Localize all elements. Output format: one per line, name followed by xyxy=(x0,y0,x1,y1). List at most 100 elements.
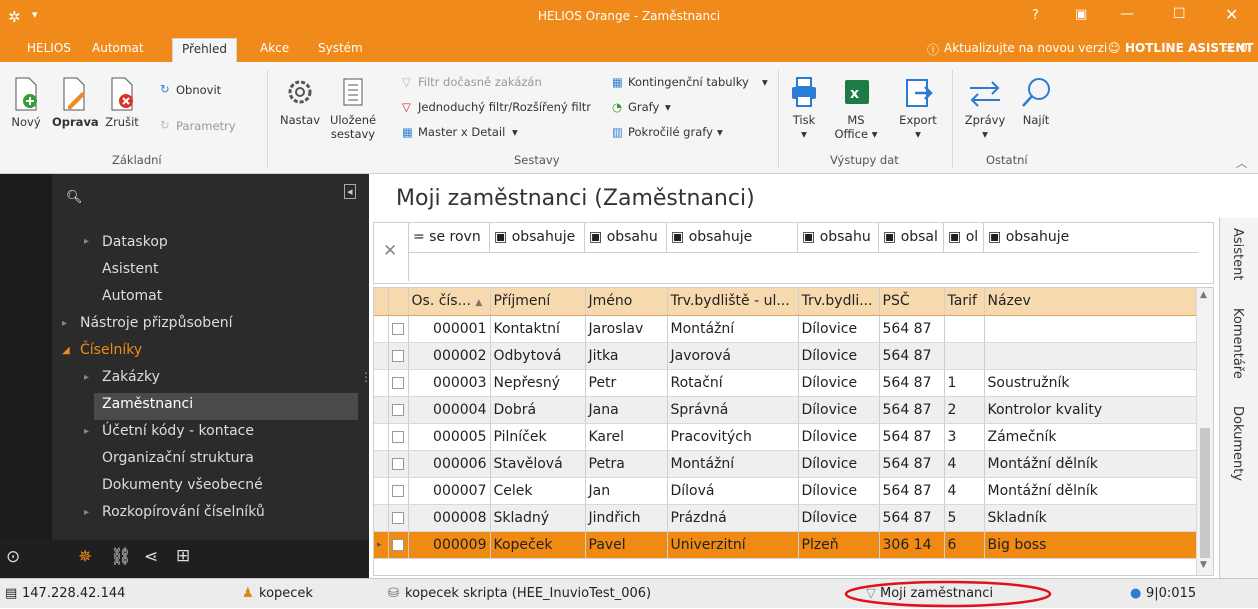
new-button[interactable]: Nový xyxy=(8,76,44,129)
expand-arrow-icon[interactable]: ▸ xyxy=(84,236,89,247)
saved-reports-button[interactable]: Uložené sestavy xyxy=(328,76,378,141)
cancel-button[interactable]: Zrušit xyxy=(100,76,144,129)
tab-komentare[interactable]: Komentáře xyxy=(1230,308,1245,379)
advanced-charts-button[interactable]: Pokročilé grafy xyxy=(628,125,713,139)
pivot-tables-button[interactable]: Kontingenční tabulky xyxy=(628,75,749,89)
grid-icon[interactable]: ⊞ xyxy=(176,546,190,566)
chevron-down-icon[interactable]: ▾ xyxy=(717,125,723,139)
chat-icon[interactable]: ▭ xyxy=(1222,41,1233,55)
table-row[interactable]: 000008 Skladný Jindřich Prázdná Dílovice 564 … xyxy=(374,504,1199,532)
row-checkbox-cell[interactable] xyxy=(388,369,409,397)
expand-arrow-icon[interactable]: ▸ xyxy=(84,426,89,437)
filter-disabled-button[interactable]: Filtr dočasně zakázán xyxy=(418,75,542,89)
edit-button[interactable]: Oprava xyxy=(52,76,99,129)
table-row[interactable]: 000002 Odbytová Jitka Javorová Dílovice 564 8… xyxy=(374,342,1199,370)
row-checkbox-cell[interactable] xyxy=(388,342,409,370)
row-checkbox[interactable] xyxy=(391,511,404,524)
sidebar-item-rozkopirovani[interactable]: Rozkopírování číselníků xyxy=(102,504,265,520)
column-header-psc[interactable]: PSČ xyxy=(879,288,945,316)
vertical-scrollbar[interactable]: ▲ ▼ xyxy=(1196,288,1213,575)
hotline-assistant[interactable]: HOTLINE ASISTENT xyxy=(1125,41,1254,55)
sidebar-item-nastroje[interactable]: Nástroje přizpůsobení xyxy=(80,315,233,331)
expand-arrow-icon[interactable]: ▸ xyxy=(84,372,89,383)
export-button[interactable]: Export ▾ xyxy=(894,76,942,141)
sidebar-item-organizacni[interactable]: Organizační struktura xyxy=(102,450,254,466)
table-row[interactable]: 000001 Kontaktní Jaroslav Montážní Dílovice 5… xyxy=(374,315,1199,343)
menu-automat[interactable]: Automat xyxy=(92,41,144,55)
row-checkbox[interactable] xyxy=(391,484,404,497)
parameters-button[interactable]: Parametry xyxy=(176,119,236,133)
row-checkbox[interactable] xyxy=(391,403,404,416)
sidebar-item-ucetni-kody[interactable]: Účetní kódy - kontace xyxy=(102,423,254,439)
find-button[interactable]: Najít xyxy=(1016,76,1056,127)
row-checkbox[interactable] xyxy=(391,430,404,443)
sidebar-item-dokumenty[interactable]: Dokumenty všeobecné xyxy=(102,477,263,493)
row-checkbox-cell[interactable] xyxy=(388,477,409,505)
sidebar-item-zamestnanci[interactable]: Zaměstnanci xyxy=(102,396,193,412)
column-header-prijmeni[interactable]: Příjmení xyxy=(490,288,586,316)
table-row[interactable]: 000004 Dobrá Jana Správná Dílovice 564 87 2 Kon… xyxy=(374,396,1199,424)
expand-arrow-icon[interactable]: ▸ xyxy=(62,318,67,329)
layout-icon[interactable]: ▣ xyxy=(1075,7,1087,22)
chevron-down-icon[interactable]: ▾ xyxy=(762,75,768,89)
column-header-tarif[interactable]: Tarif xyxy=(944,288,985,316)
master-detail-button[interactable]: Master x Detail xyxy=(418,125,505,139)
maximize-icon[interactable]: ☐ xyxy=(1173,6,1186,22)
sidebar-item-dataskop[interactable]: Dataskop xyxy=(102,234,168,250)
row-checkbox-cell[interactable] xyxy=(388,531,409,559)
row-checkbox-cell[interactable] xyxy=(388,450,409,478)
simple-filter-button[interactable]: Jednoduchý filtr/Rozšířený filtr xyxy=(418,100,591,114)
database-name[interactable]: kopecek skripta (HEE_InuvioTest_006) xyxy=(405,586,651,601)
print-button[interactable]: Tisk ▾ xyxy=(786,76,822,141)
filter-tarif[interactable]: ▣ ol xyxy=(943,223,984,252)
current-user[interactable]: kopecek xyxy=(259,586,313,601)
clear-filter-icon[interactable]: ✕ xyxy=(383,241,397,261)
setup-button[interactable]: Nastav xyxy=(280,76,320,127)
scroll-down-icon[interactable]: ▼ xyxy=(1200,560,1207,570)
column-header-jmeno[interactable]: Jméno xyxy=(585,288,668,316)
table-row[interactable]: 000005 Pilníček Karel Pracovitých Dílovice 56… xyxy=(374,423,1199,451)
share-icon[interactable]: ⋖ xyxy=(144,547,158,567)
sidebar-item-asistent[interactable]: Asistent xyxy=(102,261,159,277)
menu-akce[interactable]: Akce xyxy=(260,41,289,55)
column-header-os-cislo[interactable]: Os. čís... ▲ xyxy=(408,288,491,316)
table-row[interactable]: 000003 Nepřesný Petr Rotační Dílovice 564 87 1… xyxy=(374,369,1199,397)
menu-system[interactable]: Systém xyxy=(318,41,363,55)
tree-icon[interactable]: ⛓︎ xyxy=(110,547,132,567)
refresh-button[interactable]: Obnovit xyxy=(176,83,221,97)
filter-nazev[interactable]: ▣ obsahuje xyxy=(984,223,1198,252)
messages-button[interactable]: Zprávy ▾ xyxy=(962,76,1008,141)
update-notice[interactable]: Aktualizujte na novou verzi xyxy=(944,41,1107,55)
scroll-up-icon[interactable]: ▲ xyxy=(1200,290,1207,300)
row-checkbox-cell[interactable] xyxy=(388,504,409,532)
table-row[interactable]: 000007 Celek Jan Dílová Dílovice 564 87 4 Montá… xyxy=(374,477,1199,505)
filter-psc[interactable]: ▣ obsal xyxy=(878,223,944,252)
filter-value-row[interactable] xyxy=(408,251,1198,281)
row-checkbox[interactable] xyxy=(391,349,404,362)
favorites-icon[interactable]: ✵ xyxy=(78,547,92,567)
help-icon[interactable]: ? xyxy=(1032,8,1039,23)
sidebar-item-ciselniky[interactable]: Číselníky xyxy=(80,342,142,358)
row-checkbox-cell[interactable] xyxy=(388,396,409,424)
menu-helios[interactable]: HELIOS xyxy=(27,41,71,55)
search-icon[interactable]: 🔍︎ xyxy=(66,190,83,205)
charts-button[interactable]: Grafy xyxy=(628,100,659,114)
collapse-arrow-icon[interactable]: ◢ xyxy=(62,345,70,356)
filter-ulice[interactable]: ▣ obsahuje xyxy=(666,223,798,252)
filter-obec[interactable]: ▣ obsahu xyxy=(797,223,879,252)
circle-arrow-icon[interactable]: ⊙ xyxy=(6,547,20,567)
tab-dokumenty[interactable]: Dokumenty xyxy=(1230,406,1245,481)
column-header-ulice[interactable]: Trv.bydliště - ul... xyxy=(667,288,799,316)
filter-jmeno[interactable]: ▣ obsahu xyxy=(584,223,667,252)
filter-prijmeni[interactable]: ▣ obsahuje xyxy=(489,223,585,252)
collapse-ribbon-icon[interactable]: ︿ xyxy=(1236,155,1248,171)
chevron-down-icon[interactable]: ▾ xyxy=(512,125,518,139)
filter-os-cislo[interactable]: = se rovn xyxy=(408,223,490,252)
sidebar-item-zakazky[interactable]: Zakázky xyxy=(102,369,160,385)
row-checkbox-cell[interactable] xyxy=(388,315,409,343)
expand-arrow-icon[interactable]: ▸ xyxy=(84,507,89,518)
menu-prehled[interactable]: Přehled xyxy=(172,38,238,62)
chevron-down-icon[interactable]: ▾ xyxy=(665,100,671,114)
table-row[interactable]: ▸ 000009 Kopeček Pavel Univerzitní Plzeň 306 1… xyxy=(374,531,1199,559)
row-checkbox[interactable] xyxy=(391,538,404,551)
